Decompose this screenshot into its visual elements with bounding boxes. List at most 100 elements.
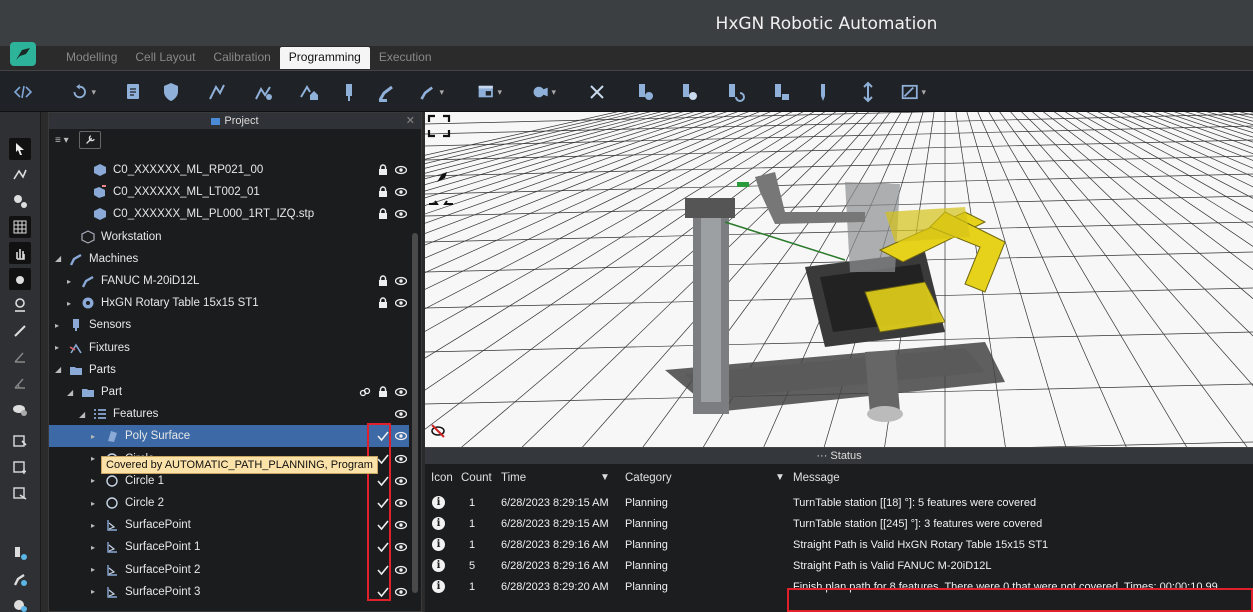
eye-icon[interactable] <box>395 430 407 442</box>
probe-stop-icon[interactable] <box>676 79 702 105</box>
tab-execution[interactable]: Execution <box>370 47 441 69</box>
robot-arm-select-icon[interactable]: ▾ <box>418 79 444 105</box>
lock-icon[interactable] <box>377 275 389 287</box>
eye-icon[interactable] <box>395 586 407 598</box>
tree-item[interactable]: ▸ SurfacePoint 1 <box>49 536 409 558</box>
tree-item[interactable]: ◢ Parts <box>49 359 409 381</box>
expand-arrow-icon[interactable]: ▸ <box>55 321 65 330</box>
list-menu-icon[interactable]: ≡ ▾ <box>55 135 69 146</box>
expand-arrow-icon[interactable]: ◢ <box>55 254 65 263</box>
eye-icon[interactable] <box>395 164 407 176</box>
tree-item[interactable]: ▸ SurfacePoint 3 <box>49 581 409 603</box>
tree-item[interactable]: C0_XXXXXX_ML_RP021_00 <box>49 159 409 181</box>
align-icon[interactable] <box>855 79 881 105</box>
expand-arrow-icon[interactable]: ▸ <box>55 343 65 352</box>
status-row[interactable]: i 1 6/28/2023 8:29:15 AM Planning TurnTable … <box>425 492 1253 514</box>
path-tool-icon[interactable] <box>204 79 230 105</box>
path-icon[interactable] <box>9 164 31 186</box>
col-icon[interactable]: Icon <box>431 472 453 484</box>
tree-item[interactable]: Workstation <box>49 226 409 248</box>
tree-item[interactable]: ▸ HxGN Rotary Table 15x15 ST1 <box>49 292 409 314</box>
hidden-view-icon[interactable] <box>431 424 445 438</box>
probe-tip-icon[interactable] <box>810 79 836 105</box>
disable-tool-icon[interactable] <box>584 79 610 105</box>
tree-item[interactable]: ▸ Poly Surface <box>49 425 409 448</box>
tree-item[interactable]: C0_XXXXXX_ML_LT002_01 <box>49 181 409 203</box>
probe-reset-icon[interactable] <box>722 79 748 105</box>
lock-icon[interactable] <box>377 164 389 176</box>
location-icon[interactable] <box>9 294 31 316</box>
eye-icon[interactable] <box>395 541 407 553</box>
expand-arrow-icon[interactable]: ▸ <box>91 543 101 552</box>
wrench-icon[interactable] <box>78 131 101 149</box>
category-filter-icon[interactable]: ▼ <box>775 472 785 483</box>
status-row[interactable]: i 5 6/28/2023 8:29:16 AM Planning Straight P… <box>425 555 1253 577</box>
expand-arrow-icon[interactable]: ▸ <box>67 277 77 286</box>
expand-arrow-icon[interactable]: ▸ <box>91 521 101 530</box>
code-view-icon[interactable] <box>10 79 36 105</box>
robot-arm-icon[interactable] <box>374 79 400 105</box>
tab-cell-layout[interactable]: Cell Layout <box>126 47 204 69</box>
document-icon[interactable] <box>120 79 146 105</box>
eye-icon[interactable] <box>395 564 407 576</box>
robot-view-icon[interactable] <box>437 172 447 182</box>
tree-item[interactable]: ◢ Machines <box>49 248 409 270</box>
eye-icon[interactable] <box>395 453 407 465</box>
eye-icon[interactable] <box>395 497 407 509</box>
close-icon[interactable]: ✕ <box>406 113 415 129</box>
window-options-icon[interactable]: ▾ <box>476 79 502 105</box>
app-logo[interactable] <box>10 42 36 66</box>
status-row[interactable]: i 1 6/28/2023 8:29:16 AM Planning Straight P… <box>425 534 1253 556</box>
expand-arrow-icon[interactable]: ◢ <box>55 365 65 374</box>
project-scrollbar[interactable] <box>412 233 418 593</box>
tree-item[interactable]: ◢ Part <box>49 381 409 403</box>
tree-item[interactable]: ▸ Circle 2 <box>49 492 409 514</box>
lock-icon[interactable] <box>377 297 389 309</box>
rotate-icon[interactable]: ▾ <box>70 79 96 105</box>
lock-icon[interactable] <box>377 186 389 198</box>
link-icon[interactable] <box>359 386 371 398</box>
tab-programming[interactable]: Programming <box>279 47 370 69</box>
gear-robot-icon[interactable] <box>9 190 31 212</box>
tree-item[interactable]: ▸ Fixtures <box>49 337 409 359</box>
robot-run-rail-icon[interactable] <box>9 568 31 590</box>
lock-icon[interactable] <box>377 208 389 220</box>
touch-icon[interactable] <box>9 268 31 290</box>
eye-icon[interactable] <box>395 275 407 287</box>
tree-item[interactable]: ◢ Features <box>49 403 409 425</box>
angle-measure-icon[interactable] <box>9 372 31 394</box>
eye-icon[interactable] <box>395 297 407 309</box>
expand-arrow-icon[interactable]: ▸ <box>67 299 77 308</box>
sensor-probe-icon[interactable] <box>336 79 362 105</box>
3d-viewport[interactable] <box>425 112 1253 447</box>
eye-icon[interactable] <box>395 386 407 398</box>
probe-lock-icon[interactable] <box>768 79 794 105</box>
col-count[interactable]: Count <box>461 472 492 484</box>
col-time[interactable]: Time <box>501 472 526 484</box>
status-row[interactable]: i 1 6/28/2023 8:29:15 AM Planning TurnTable … <box>425 513 1253 535</box>
expand-arrow-icon[interactable]: ▸ <box>91 499 101 508</box>
col-category[interactable]: Category <box>625 472 672 484</box>
lock-icon[interactable] <box>377 386 389 398</box>
program-icon[interactable] <box>9 430 31 452</box>
pointer-icon[interactable] <box>9 138 31 160</box>
fit-view-icon[interactable] <box>427 114 451 138</box>
tree-item[interactable]: ▸ SurfacePoint <box>49 514 409 536</box>
tree-item[interactable]: C0_XXXXXX_ML_PL000_1RT_IZQ.stp <box>49 203 409 225</box>
eye-icon[interactable] <box>395 186 407 198</box>
expand-arrow-icon[interactable]: ◢ <box>67 388 77 397</box>
expand-arrow-icon[interactable]: ◢ <box>79 410 89 419</box>
rotary-run-rail-icon[interactable] <box>9 594 31 612</box>
eye-icon[interactable] <box>395 475 407 487</box>
tab-modelling[interactable]: Modelling <box>57 47 126 69</box>
time-filter-icon[interactable]: ▼ <box>600 472 610 483</box>
tree-item[interactable]: ▸ SurfacePoint 2 <box>49 559 409 581</box>
program-add-icon[interactable] <box>9 456 31 478</box>
eye-icon[interactable] <box>395 208 407 220</box>
path-home-icon[interactable] <box>296 79 322 105</box>
col-message[interactable]: Message <box>793 472 840 484</box>
probe-run-rail-icon[interactable] <box>9 542 31 564</box>
eye-icon[interactable] <box>395 519 407 531</box>
path-edit-icon[interactable] <box>250 79 276 105</box>
grid-icon[interactable] <box>9 216 31 238</box>
